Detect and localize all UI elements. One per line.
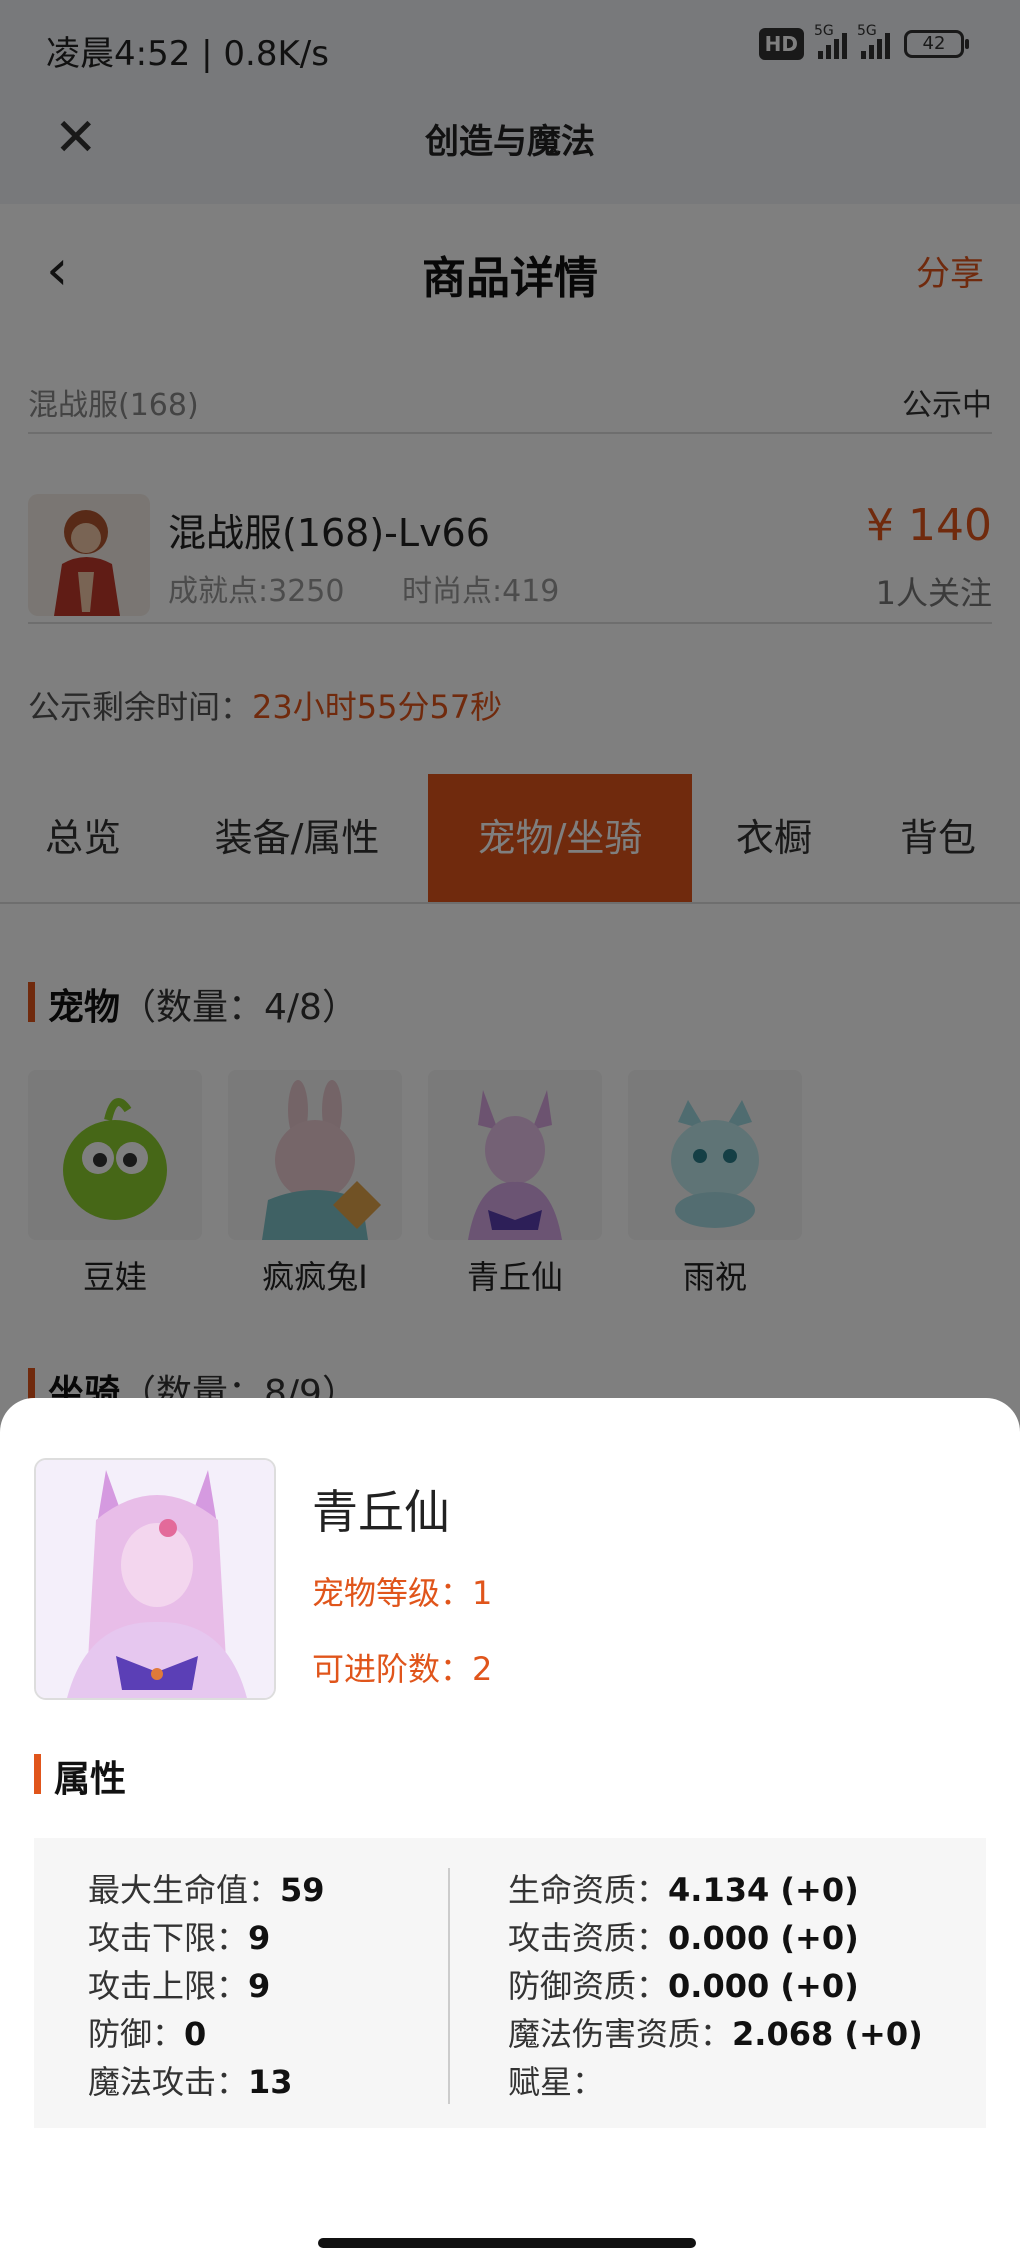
attr-attack-min: 攻击下限：9 xyxy=(88,1919,271,1957)
attr-stars: 赋星： xyxy=(508,2063,605,2101)
attr-defense: 防御：0 xyxy=(88,2015,207,2053)
pet-level: 宠物等级：1 xyxy=(312,1574,493,1612)
attributes-divider xyxy=(448,1868,450,2104)
pet-advance-count: 可进阶数：2 xyxy=(312,1650,493,1688)
attr-magic-aptitude: 魔法伤害资质：2.068 (+0) xyxy=(508,2015,923,2053)
attr-magic-attack: 魔法攻击：13 xyxy=(88,2063,293,2101)
attr-attack-aptitude: 攻击资质：0.000 (+0) xyxy=(508,1919,859,1957)
attr-max-hp: 最大生命值：59 xyxy=(88,1871,325,1909)
attr-defense-aptitude: 防御资质：0.000 (+0) xyxy=(508,1967,859,2005)
attr-attack-max: 攻击上限：9 xyxy=(88,1967,271,2005)
attributes-panel: 最大生命值：59 攻击下限：9 攻击上限：9 防御：0 魔法攻击：13 生命资质… xyxy=(34,1838,986,2128)
pet-name-title: 青丘仙 xyxy=(312,1485,450,1539)
home-indicator[interactable] xyxy=(318,2238,696,2248)
attr-hp-aptitude: 生命资质：4.134 (+0) xyxy=(508,1871,859,1909)
pet-detail-sheet: 青丘仙 宠物等级：1 可进阶数：2 属性 最大生命值：59 攻击下限：9 攻击上… xyxy=(0,1398,1020,2267)
attributes-title: 属性 xyxy=(34,1750,126,1802)
attributes-right: 生命资质：4.134 (+0) 攻击资质：0.000 (+0) 防御资质：0.0… xyxy=(508,1866,923,2106)
pet-portrait xyxy=(34,1458,276,1700)
attributes-left: 最大生命值：59 攻击下限：9 攻击上限：9 防御：0 魔法攻击：13 xyxy=(88,1866,325,2106)
